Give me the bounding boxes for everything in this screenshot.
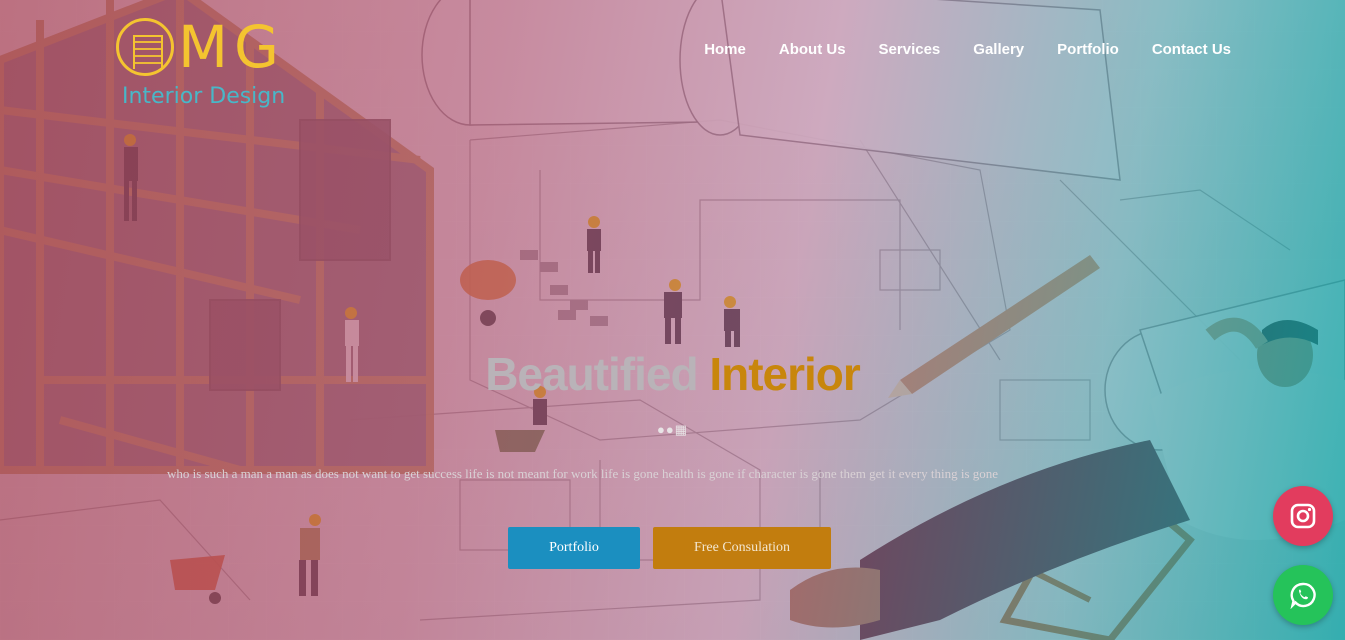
- windows-icon: ▦: [674, 422, 688, 437]
- nav-item-gallery[interactable]: Gallery: [940, 40, 1024, 60]
- hero-title-part1: Beautified: [485, 348, 698, 400]
- platform-icons: ●●▦: [0, 422, 1345, 438]
- site-logo[interactable]: MG Interior Design: [114, 14, 304, 114]
- free-consultation-button[interactable]: Free Consulation: [653, 527, 831, 569]
- nav-item-home[interactable]: Home: [671, 40, 746, 60]
- hero-title: Beautified Interior: [0, 344, 1345, 404]
- whatsapp-icon: [1290, 582, 1316, 609]
- logo-subtitle: Interior Design: [122, 84, 286, 109]
- nav-item-portfolio[interactable]: Portfolio: [1024, 40, 1119, 60]
- hero-description: who is such a man a man as does not want…: [166, 466, 999, 481]
- logo-letters: MG: [178, 13, 285, 81]
- apple-icon: ●: [656, 422, 666, 437]
- android-icon: ●: [665, 422, 675, 437]
- nav-item-contact-us[interactable]: Contact Us: [1119, 40, 1231, 60]
- hero-title-part2: Interior: [709, 348, 860, 400]
- portfolio-button[interactable]: Portfolio: [508, 527, 640, 569]
- main-nav: Home About Us Services Gallery Portfolio…: [671, 40, 1231, 60]
- nav-item-services[interactable]: Services: [846, 40, 941, 60]
- instagram-button[interactable]: [1273, 486, 1333, 546]
- instagram-icon: [1290, 503, 1316, 529]
- building-icon: [133, 35, 163, 69]
- whatsapp-button[interactable]: [1273, 565, 1333, 625]
- logo-circle-icon: [116, 18, 174, 76]
- nav-item-about-us[interactable]: About Us: [746, 40, 846, 60]
